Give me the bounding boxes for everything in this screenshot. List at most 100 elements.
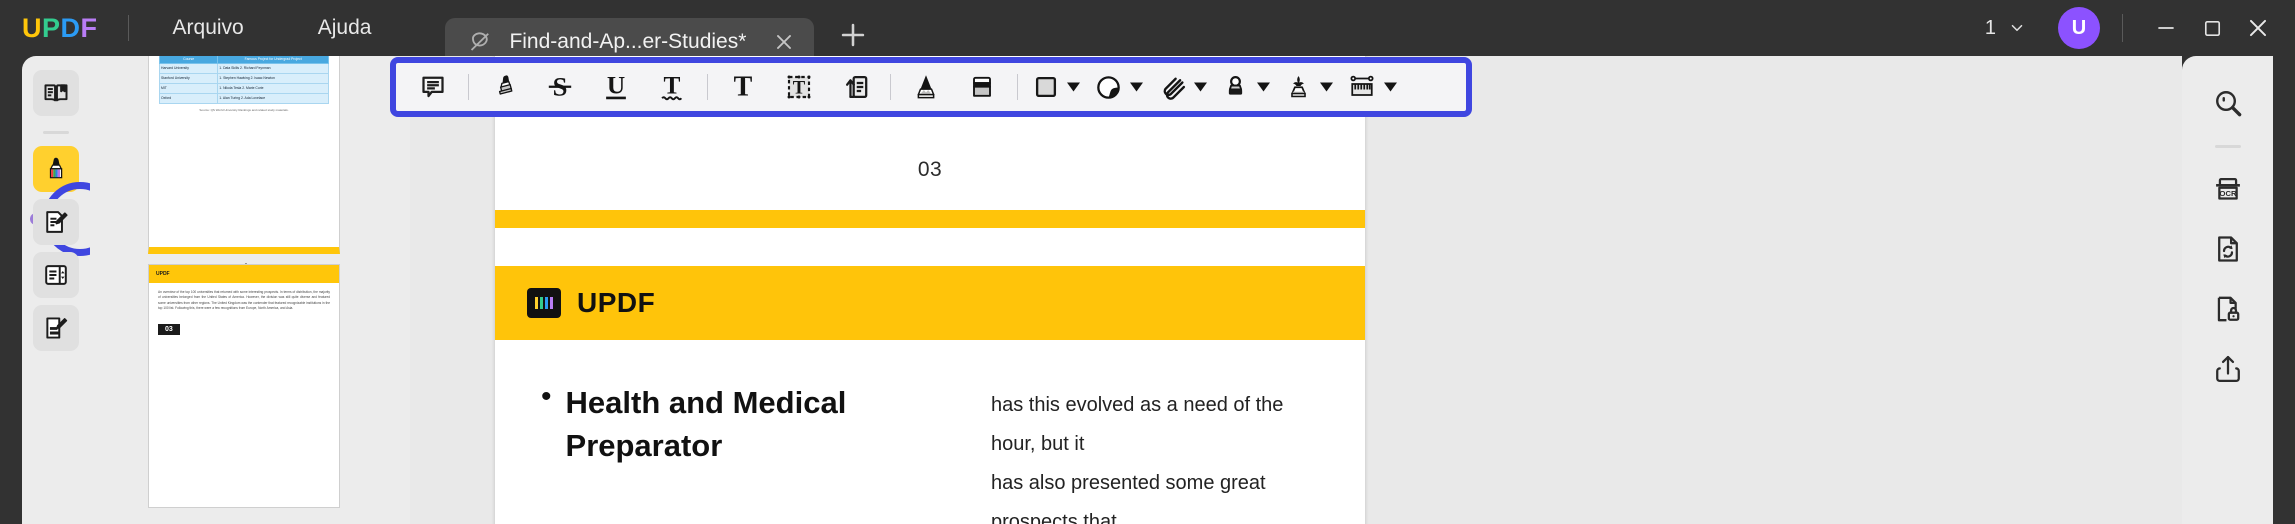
tool-sticker[interactable]: [1092, 64, 1145, 110]
sidebar-item-fill-and-sign[interactable]: [33, 305, 79, 351]
new-tab-button[interactable]: [836, 18, 870, 52]
tool-underline[interactable]: U: [593, 64, 639, 110]
chevron-down-icon: [1130, 82, 1143, 92]
page-number: 03: [917, 158, 943, 181]
pdf-doc-icon: [467, 29, 493, 55]
app-logo: U P D F: [22, 13, 98, 44]
tool-sticky-note[interactable]: [410, 64, 456, 110]
page-brand-band: UPDF: [495, 266, 1365, 340]
tool-text-box[interactable]: T: [720, 64, 766, 110]
rightbar-ocr[interactable]: OCR: [2203, 164, 2253, 214]
document-view[interactable]: 03 UPDF • Health and Medical Preparator: [410, 56, 2182, 524]
page-count-selector[interactable]: 1: [1985, 17, 2026, 40]
search-icon: [2211, 86, 2245, 120]
chevron-down-icon: [1067, 82, 1080, 92]
sidebar-item-edit-pdf[interactable]: [33, 199, 79, 245]
share-upload-icon: [2211, 352, 2245, 386]
maximize-icon[interactable]: [2189, 5, 2235, 51]
thumbnail-page-4[interactable]: derived from the reliable source of QS W…: [148, 56, 340, 254]
page-paragraph-line-1: has this evolved as a need of the hour, …: [991, 394, 1284, 455]
chevron-down-icon: [1384, 82, 1397, 92]
tool-pencil[interactable]: [903, 64, 949, 110]
stamp-icon: [1221, 73, 1250, 102]
squiggly-underline-icon: T: [656, 71, 688, 103]
separator-1: [468, 74, 469, 100]
menu-ajuda[interactable]: Ajuda: [300, 8, 390, 48]
annotation-toolbar: S U T T T: [390, 57, 1472, 117]
updf-mark-icon: [527, 288, 561, 318]
tool-text-field[interactable]: T: [776, 64, 822, 110]
organize-pages-icon: [42, 261, 70, 289]
tool-text-callout[interactable]: [832, 64, 878, 110]
highlighter-icon: [42, 155, 70, 183]
rightbar-protect[interactable]: [2203, 284, 2253, 334]
tab-strip: Find-and-Ap...er-Studies*: [445, 0, 870, 65]
tool-signature[interactable]: [1282, 64, 1335, 110]
tool-shapes[interactable]: [1030, 64, 1082, 110]
logo-letter-p: P: [42, 12, 61, 43]
chevron-down-icon: [2008, 19, 2026, 37]
thumbnail-brand-label: UPDF: [156, 271, 170, 277]
thumbnail-page-number: 03: [158, 324, 180, 336]
sidebar-divider: [43, 131, 69, 134]
tool-squiggly[interactable]: T: [649, 64, 695, 110]
rightbar-share[interactable]: [2203, 344, 2253, 394]
tool-highlight[interactable]: [481, 64, 527, 110]
separator-4: [1017, 74, 1018, 100]
window-close-icon[interactable]: [2235, 5, 2281, 51]
chevron-down-icon: [1194, 82, 1207, 92]
svg-text:OCR: OCR: [2219, 189, 2236, 198]
thumbnail-body-text: An overview of the top 100 universities …: [158, 290, 330, 310]
sidebar-item-annotate[interactable]: [33, 146, 79, 192]
svg-text:T: T: [664, 72, 681, 100]
comment-note-icon: [418, 72, 448, 102]
tool-measure[interactable]: [1345, 64, 1399, 110]
title-bar: U P D F Arquivo Ajuda Find-and-Ap...er-S…: [0, 0, 2295, 65]
thumbnail-main-table: Course Famous Project for Undergrad Proj…: [158, 56, 329, 104]
page-paragraph-line-2: has also presented some great prospects …: [991, 472, 1266, 524]
logo-letter-f: F: [80, 12, 98, 43]
pencil-icon: [911, 72, 941, 102]
document-lock-icon: [2211, 292, 2245, 326]
chevron-down-icon: [1257, 82, 1270, 92]
tool-stamp[interactable]: [1219, 64, 1272, 110]
text-icon: T: [727, 71, 759, 103]
minimize-icon[interactable]: [2143, 5, 2189, 51]
chevron-down-icon: [1320, 82, 1333, 92]
bullet-icon: •: [541, 380, 552, 413]
eraser-icon: [967, 72, 997, 102]
shape-square-icon: [1032, 73, 1060, 101]
titlebar-divider: [127, 15, 129, 41]
window-controls-area: 1 U: [1985, 0, 2295, 56]
avatar-initial: U: [2071, 16, 2087, 39]
signature-pen-icon: [1284, 73, 1313, 102]
tool-attachment[interactable]: [1155, 64, 1209, 110]
thumbnail-panel[interactable]: derived from the reliable source of QS W…: [90, 56, 410, 524]
tool-eraser[interactable]: [959, 64, 1005, 110]
thumbnail-page-3[interactable]: UPDF An overview of the top 100 universi…: [148, 264, 340, 508]
pdf-page: 03 UPDF • Health and Medical Preparator: [495, 56, 1365, 524]
page-heading: Health and Medical Preparator: [565, 385, 847, 463]
paperclip-icon: [1157, 72, 1187, 102]
text-callout-icon: [839, 71, 871, 103]
sidebar-item-organize-pages[interactable]: [33, 252, 79, 298]
edit-document-icon: [42, 208, 70, 236]
close-icon[interactable]: [772, 30, 796, 54]
window-controls-divider: [2122, 14, 2123, 42]
rightbar-convert[interactable]: [2203, 224, 2253, 274]
underline-icon: U: [600, 71, 632, 103]
sidebar-item-reader[interactable]: [33, 70, 79, 116]
ocr-icon: OCR: [2211, 172, 2245, 206]
highlighter-marker-icon: [489, 72, 519, 102]
left-sidebar: [22, 56, 117, 524]
rightbar-search[interactable]: [2203, 78, 2253, 128]
separator-3: [890, 74, 891, 100]
convert-document-icon: [2211, 232, 2245, 266]
tool-strikethrough[interactable]: S: [537, 64, 583, 110]
thumbnail-footer: Source: QS World University Rankings and…: [199, 107, 289, 112]
ruler-measure-icon: [1347, 72, 1377, 102]
menu-arquivo[interactable]: Arquivo: [155, 8, 262, 48]
text-field-icon: T: [783, 71, 815, 103]
logo-letter-d: D: [60, 12, 81, 43]
avatar[interactable]: U: [2058, 7, 2100, 49]
